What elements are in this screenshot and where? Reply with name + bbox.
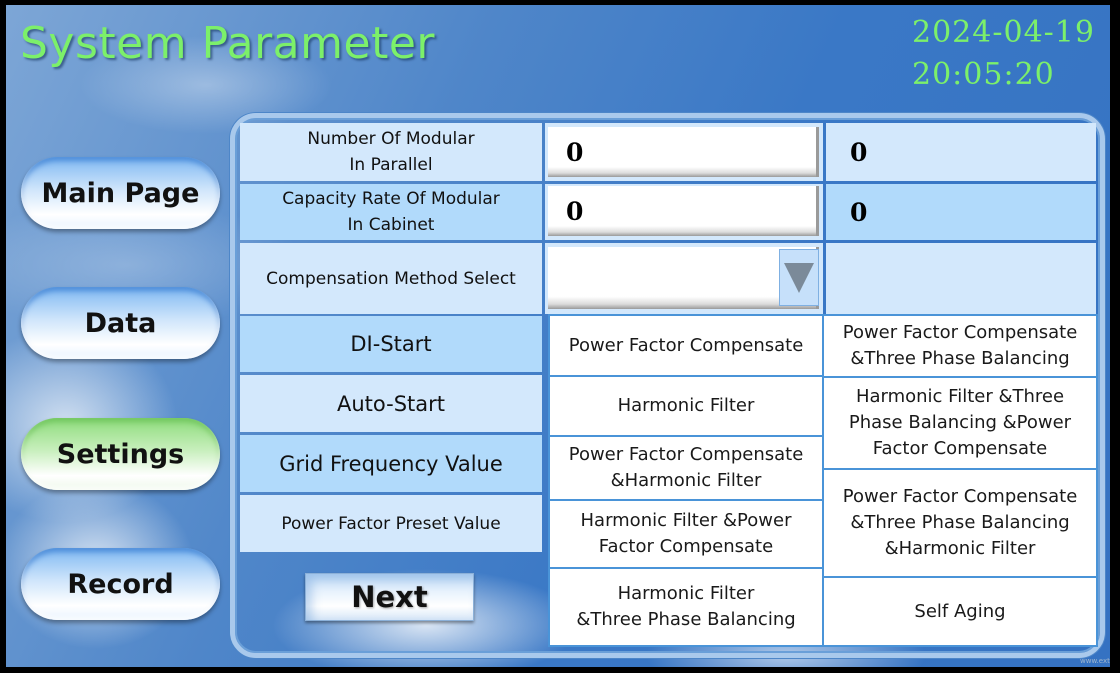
- option-text-line1: Harmonic Filter &Three: [855, 386, 1065, 407]
- time-display: 20:05:20: [912, 57, 1055, 92]
- capacity-rate-current: 0: [826, 184, 1096, 240]
- option-pf-harmonic[interactable]: Power Factor Compensate &Harmonic Filter: [548, 435, 824, 501]
- nav-data-button[interactable]: Data: [21, 287, 220, 359]
- label-capacity-rate-line1: Capacity Rate Of Modular: [282, 189, 500, 209]
- modular-parallel-current: 0: [826, 123, 1096, 181]
- option-self-aging[interactable]: Self Aging: [822, 576, 1098, 647]
- clock: 2024-04-19 20:05:20: [912, 12, 1095, 96]
- compensation-method-current: [826, 243, 1096, 314]
- dropdown-button[interactable]: [779, 249, 819, 306]
- option-harmonic-three-phase[interactable]: Harmonic Filter &Three Phase Balancing: [548, 567, 824, 647]
- option-text-line2: &Three Phase Balancing: [850, 348, 1070, 369]
- option-harmonic-filter[interactable]: Harmonic Filter: [548, 375, 824, 437]
- option-text-line2: Factor Compensate: [598, 536, 774, 557]
- label-power-factor-preset: Power Factor Preset Value: [240, 495, 542, 552]
- option-text-line2: Phase Balancing &Power: [848, 412, 1072, 433]
- label-di-start: DI-Start: [240, 316, 542, 372]
- option-text-line1: Power Factor Compensate: [568, 444, 804, 465]
- hmi-screen: System Parameter 2024-04-19 20:05:20 Mai…: [0, 0, 1120, 673]
- label-auto-start: Auto-Start: [240, 375, 542, 432]
- label-modular-parallel: Number Of Modular In Parallel: [240, 123, 542, 181]
- option-text: Power Factor Compensate: [568, 334, 804, 356]
- option-pf-compensate[interactable]: Power Factor Compensate: [548, 314, 824, 377]
- option-harmonic-pf[interactable]: Harmonic Filter &Power Factor Compensate: [548, 499, 824, 569]
- label-modular-parallel-line1: Number Of Modular: [307, 129, 475, 149]
- option-text-line1: Harmonic Filter: [617, 583, 755, 604]
- option-text-line2: &Three Phase Balancing: [850, 512, 1070, 533]
- label-modular-parallel-line2: In Parallel: [349, 155, 433, 175]
- nav-record-button[interactable]: Record: [21, 548, 220, 620]
- option-text-line2: &Three Phase Balancing: [576, 609, 796, 630]
- label-grid-frequency: Grid Frequency Value: [240, 435, 542, 492]
- option-pf-three-phase-harmonic[interactable]: Power Factor Compensate &Three Phase Bal…: [822, 468, 1098, 578]
- option-text: Harmonic Filter: [617, 395, 755, 416]
- date-display: 2024-04-19: [912, 15, 1095, 50]
- nav-main-page-button[interactable]: Main Page: [21, 157, 220, 229]
- option-pf-three-phase[interactable]: Power Factor Compensate &Three Phase Bal…: [822, 314, 1098, 378]
- label-capacity-rate: Capacity Rate Of Modular In Cabinet: [240, 184, 542, 240]
- option-text-line2: &Harmonic Filter: [610, 470, 762, 491]
- capacity-rate-input[interactable]: 0: [548, 186, 819, 236]
- option-text-line1: Power Factor Compensate: [842, 322, 1078, 343]
- option-text-line1: Power Factor Compensate: [842, 486, 1078, 507]
- option-text-line1: Harmonic Filter &Power: [580, 510, 792, 531]
- option-text-line3: &Harmonic Filter: [884, 538, 1036, 559]
- next-button[interactable]: Next: [305, 573, 474, 621]
- page-title: System Parameter: [20, 18, 435, 69]
- option-text-line3: Factor Compensate: [872, 438, 1048, 459]
- modular-parallel-input[interactable]: 0: [548, 127, 819, 177]
- label-compensation-method: Compensation Method Select: [240, 243, 542, 314]
- nav-settings-button[interactable]: Settings: [21, 418, 220, 490]
- option-harmonic-three-phase-pf[interactable]: Harmonic Filter &Three Phase Balancing &…: [822, 376, 1098, 470]
- watermark: www.ext: [1080, 657, 1110, 665]
- label-capacity-rate-line2: In Cabinet: [347, 215, 435, 235]
- dropdown-arrow-icon: [784, 262, 814, 293]
- option-text: Self Aging: [914, 600, 1006, 622]
